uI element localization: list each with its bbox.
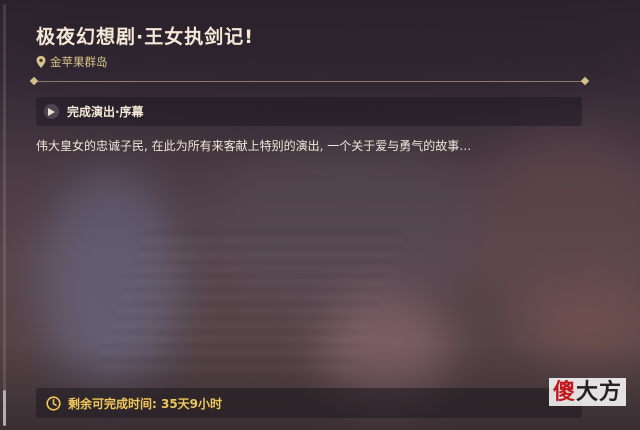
watermark: 傻大方 (548, 378, 626, 406)
quest-objective[interactable]: 完成演出·序幕 (36, 97, 582, 126)
map-pin-icon (36, 56, 46, 68)
scrollbar[interactable] (3, 4, 6, 426)
location: 金苹果群岛 (36, 54, 108, 70)
title-divider (29, 76, 590, 86)
remaining-time-bar: 剩余可完成时间: 35天9小时 (36, 388, 582, 418)
event-description: 伟大皇女的忠诚子民, 在此为所有来客献上特别的演出, 一个关于爱与勇气的故事… (36, 139, 472, 153)
quest-label: 完成演出·序幕 (67, 105, 144, 119)
event-title: 极夜幻想剧·王女执剑记! (36, 26, 254, 48)
location-label: 金苹果群岛 (50, 55, 108, 69)
clock-icon (46, 395, 61, 411)
play-icon (44, 104, 59, 119)
scroll-thumb[interactable] (3, 390, 6, 426)
remaining-time-text: 剩余可完成时间: 35天9小时 (68, 396, 223, 411)
